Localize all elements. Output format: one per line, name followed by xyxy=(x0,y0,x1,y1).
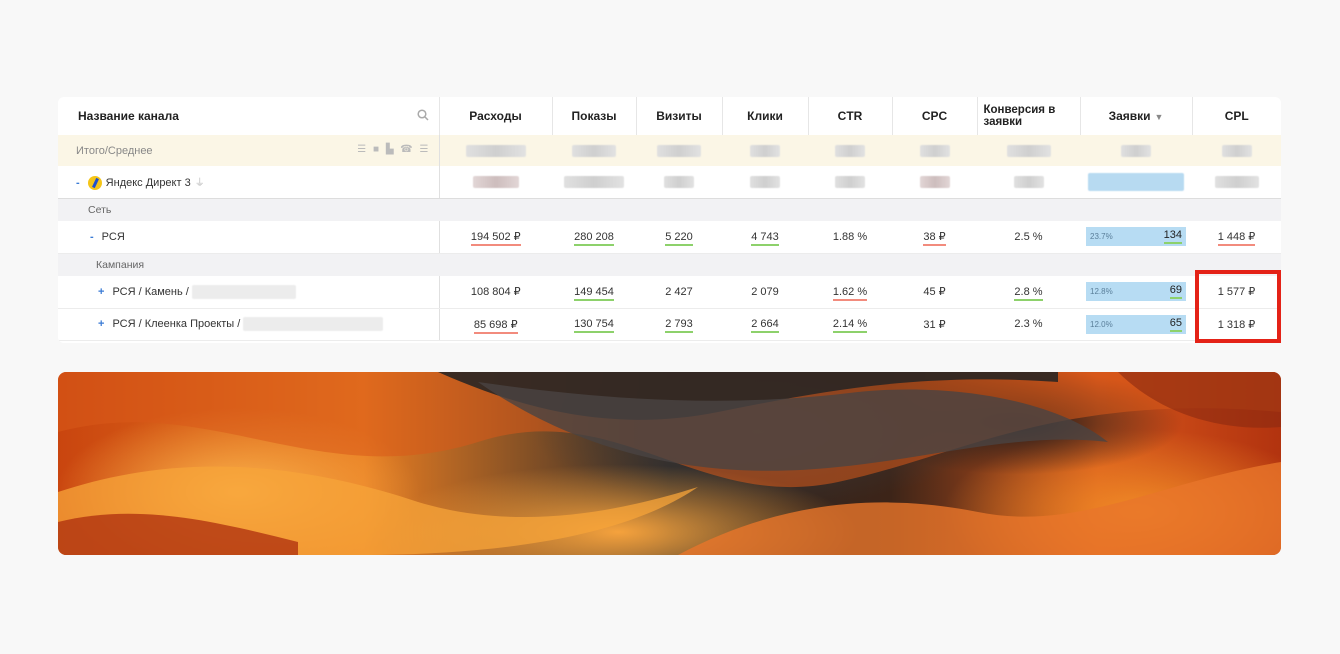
search-icon[interactable] xyxy=(416,109,429,124)
blurred-value xyxy=(919,144,950,157)
group-header-network: Сеть xyxy=(58,198,1281,221)
channel-name-cell[interactable]: - Яндекс Директ 3 ⏚ xyxy=(58,166,440,199)
yandex-direct-icon xyxy=(87,175,102,190)
header-conversion[interactable]: Конверсия в заявки xyxy=(976,97,1080,135)
table-row[interactable]: - РСЯ 194 502 ₽ 280 208 5 220 4 743 1.88 … xyxy=(58,221,1281,254)
cpc-value: 45 ₽ xyxy=(892,276,977,309)
group-header-campaign: Кампания xyxy=(58,253,1281,276)
clicks-value[interactable]: 2 664 xyxy=(751,318,779,333)
clicks-value[interactable]: 4 743 xyxy=(751,230,779,246)
blurred-campaign-name xyxy=(243,317,384,331)
rsya-name-cell[interactable]: - РСЯ xyxy=(58,221,440,254)
blurred-leads-bar xyxy=(1088,172,1184,191)
campaign-name-cell[interactable]: + РСЯ / Камень / xyxy=(58,276,440,309)
table-row[interactable]: + РСЯ / Клеенка Проекты / 85 698 ₽ 130 75… xyxy=(58,308,1281,341)
blurred-value xyxy=(750,144,780,157)
header-leads[interactable]: Заявки ▼ xyxy=(1079,97,1192,135)
row-type-icons[interactable]: ☰ ■ ▙ ☎ ☰ xyxy=(357,144,430,155)
blurred-value xyxy=(472,175,519,188)
ctr-value[interactable]: 2.14 % xyxy=(832,318,868,333)
spend-value[interactable]: 85 698 ₽ xyxy=(473,318,518,334)
ctr-value: 1.88 % xyxy=(808,221,892,254)
leads-bar: 12.8% 69 xyxy=(1086,282,1186,302)
visits-value[interactable]: 5 220 xyxy=(665,230,693,246)
blurred-value xyxy=(657,144,701,157)
visits-value: 2 427 xyxy=(636,276,722,309)
expand-icon[interactable]: + xyxy=(98,318,104,330)
blurred-campaign-name xyxy=(191,284,296,299)
collapse-icon[interactable]: - xyxy=(76,177,80,189)
blurred-value xyxy=(919,175,950,188)
header-cpc[interactable]: CPC xyxy=(891,97,977,135)
blurred-value xyxy=(572,144,616,157)
header-cpl[interactable]: CPL xyxy=(1191,97,1281,135)
clicks-value: 2 079 xyxy=(722,276,808,309)
blurred-value xyxy=(1006,144,1051,157)
cpl-value[interactable]: 1 448 ₽ xyxy=(1217,231,1256,247)
header-channel-name[interactable]: Название канала xyxy=(58,97,439,135)
impressions-value[interactable]: 130 754 xyxy=(574,318,614,333)
wave-shapes xyxy=(58,372,1281,555)
visits-value[interactable]: 2 793 xyxy=(665,318,693,333)
header-clicks[interactable]: Клики xyxy=(721,97,808,135)
blurred-value xyxy=(465,144,526,157)
channel-row[interactable]: - Яндекс Директ 3 ⏚ xyxy=(58,166,1281,199)
leads-value[interactable]: 69 xyxy=(1169,284,1182,300)
impressions-value[interactable]: 149 454 xyxy=(574,285,614,301)
spend-value[interactable]: 194 502 ₽ xyxy=(470,231,521,247)
cpl-highlight-frame xyxy=(1195,270,1281,343)
header-ctr[interactable]: CTR xyxy=(807,97,892,135)
header-spend[interactable]: Расходы xyxy=(438,97,552,135)
conversion-value: 2.3 % xyxy=(977,308,1080,341)
total-row: Итого/Среднее ☰ ■ ▙ ☎ ☰ xyxy=(58,135,1281,166)
channel-stats-table: Название канала Расходы Показы Визиты Кл… xyxy=(58,97,1281,343)
blurred-value xyxy=(1013,175,1044,188)
plug-icon: ⏚ xyxy=(194,177,205,189)
collapse-icon[interactable]: - xyxy=(90,231,94,243)
blurred-value xyxy=(835,144,865,157)
blurred-value xyxy=(1221,144,1252,157)
leads-bar: 23.7% 134 xyxy=(1086,227,1186,247)
table-row[interactable]: + РСЯ / Камень / 108 804 ₽ 149 454 2 427 … xyxy=(58,276,1281,309)
campaign-name-cell[interactable]: + РСЯ / Клеенка Проекты / xyxy=(58,308,440,341)
blurred-value xyxy=(1121,144,1151,157)
leads-value[interactable]: 65 xyxy=(1169,317,1182,332)
blurred-value xyxy=(664,175,694,188)
sort-desc-icon[interactable]: ▼ xyxy=(1155,112,1164,122)
impressions-value[interactable]: 280 208 xyxy=(574,230,614,246)
conversion-value: 2.5 % xyxy=(977,221,1080,254)
spend-value: 108 804 ₽ xyxy=(439,276,552,309)
header-impressions[interactable]: Показы xyxy=(551,97,636,135)
ctr-value[interactable]: 1.62 % xyxy=(832,285,868,301)
blurred-value xyxy=(750,175,780,188)
cpc-value: 31 ₽ xyxy=(892,308,977,341)
total-label-cell: Итого/Среднее ☰ ■ ▙ ☎ ☰ xyxy=(58,135,440,166)
blurred-value xyxy=(564,175,624,188)
conversion-value[interactable]: 2.8 % xyxy=(1014,285,1043,301)
blurred-value xyxy=(835,175,865,188)
leads-value[interactable]: 134 xyxy=(1163,229,1182,245)
leads-bar: 12.0% 65 xyxy=(1086,314,1186,334)
header-visits[interactable]: Визиты xyxy=(635,97,722,135)
cpc-value[interactable]: 38 ₽ xyxy=(923,231,946,247)
abstract-wave-banner xyxy=(58,372,1281,555)
blurred-value xyxy=(1214,175,1259,188)
expand-icon[interactable]: + xyxy=(98,286,104,298)
